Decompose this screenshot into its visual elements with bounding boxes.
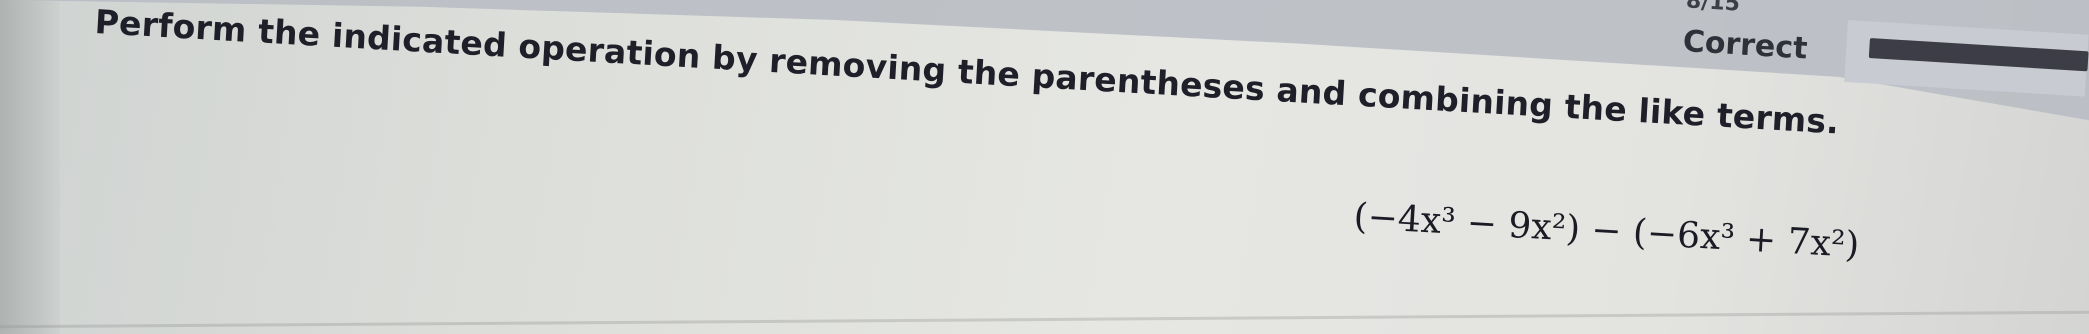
expression-text: (−4x³ − 9x²) − (−6x³ + 7x²) (1352, 196, 1861, 267)
status-label: Correct (1681, 24, 1809, 67)
page-left-edge (0, 0, 60, 334)
divider (0, 310, 2089, 329)
math-expression: (−4x³ − 9x²) − (−6x³ + 7x²) (1353, 196, 1861, 266)
